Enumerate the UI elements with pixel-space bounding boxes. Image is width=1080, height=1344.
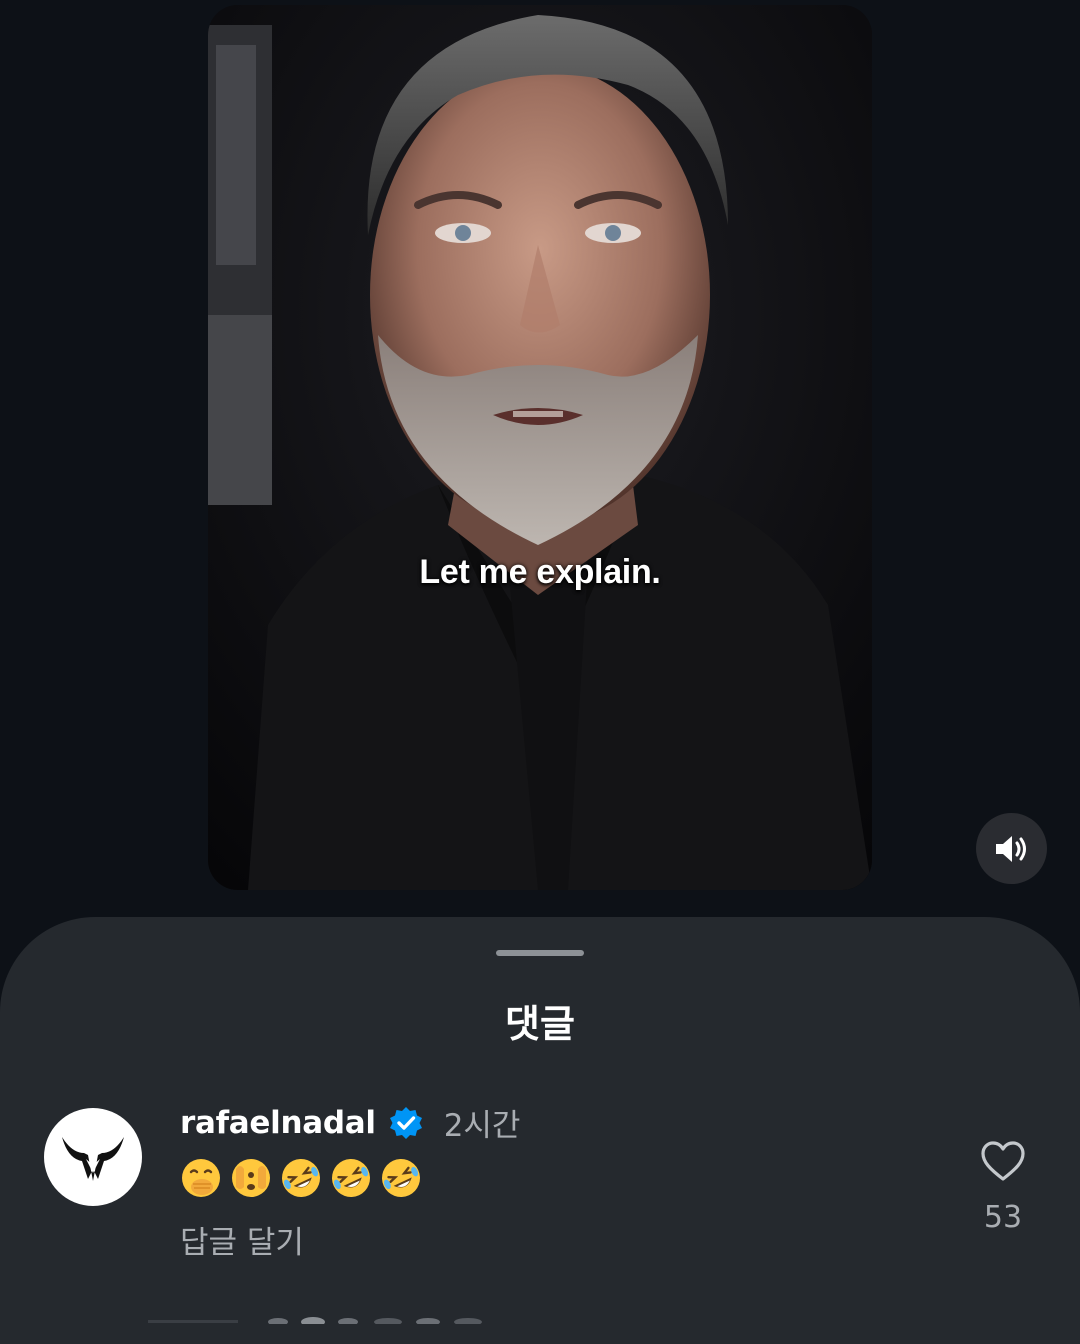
video-frame [208, 5, 872, 890]
rolling-laughing-emoji-icon [280, 1157, 322, 1199]
face-with-peeking-eye-emoji-icon [230, 1157, 272, 1199]
reply-button[interactable]: 답글 달기 [180, 1217, 304, 1262]
hand-over-mouth-emoji-icon [180, 1157, 222, 1199]
like-count: 53 [983, 1200, 1023, 1235]
sound-toggle-button[interactable] [976, 813, 1047, 884]
drag-handle[interactable] [496, 950, 584, 956]
comments-sheet: 댓글 rafaelnadal 2시간 답글 달기 53 [0, 917, 1080, 1344]
rolling-laughing-emoji-icon [330, 1157, 372, 1199]
video-caption: Let me explain. [419, 553, 661, 591]
video-player[interactable]: Let me explain. [208, 5, 872, 890]
comment-time: 2시간 [443, 1108, 521, 1144]
speaker-on-icon [995, 835, 1026, 862]
comment-username[interactable]: rafaelnadal [180, 1105, 376, 1141]
rolling-laughing-emoji-icon [380, 1157, 422, 1199]
rafa-bull-logo-icon [62, 1137, 124, 1181]
sheet-title: 댓글 [505, 1002, 575, 1046]
heart-outline-icon[interactable] [980, 1140, 1026, 1182]
verified-badge-icon [388, 1105, 424, 1141]
comment-header: rafaelnadal 2시간 [180, 1100, 520, 1145]
avatar[interactable] [44, 1108, 142, 1206]
next-comment-preview [148, 1317, 482, 1324]
comment-text [180, 1157, 422, 1199]
